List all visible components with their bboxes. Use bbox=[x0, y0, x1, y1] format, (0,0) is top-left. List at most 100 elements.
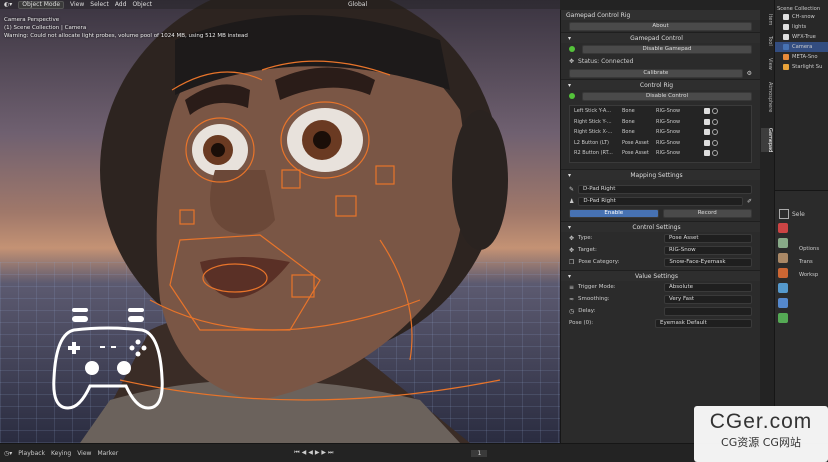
delay-field[interactable] bbox=[664, 306, 752, 316]
editor-type-icon[interactable]: ◐▾ bbox=[4, 1, 12, 8]
gamepad-button-icon: ♟ bbox=[569, 197, 575, 205]
outliner-item[interactable]: Camera bbox=[775, 42, 828, 52]
radio[interactable] bbox=[711, 150, 718, 157]
marker-menu[interactable]: Marker bbox=[97, 450, 118, 457]
sidebar-tabs: Item Tool View Atmosphere Gamepad bbox=[760, 10, 774, 443]
list-item[interactable]: Right Stick X-... Bone RIG-Snow bbox=[570, 127, 751, 138]
outliner-item[interactable]: WFX-True bbox=[775, 32, 828, 42]
settings-gear-icon[interactable]: ⚙ bbox=[747, 70, 752, 77]
checkbox[interactable] bbox=[704, 150, 710, 157]
data-tab-icon[interactable] bbox=[778, 313, 788, 323]
3d-viewport[interactable]: ◐▾ Object Mode View Select Add Object Gl… bbox=[0, 0, 560, 443]
outliner-item[interactable]: META-Sno bbox=[775, 52, 828, 62]
viewport-overlay-text: Camera Perspective (1) Scene Collection … bbox=[4, 16, 248, 40]
checkbox[interactable] bbox=[704, 139, 710, 146]
record-button[interactable]: Record bbox=[662, 208, 752, 218]
panel-title: Gamepad Control Rig bbox=[561, 10, 760, 20]
checkbox[interactable] bbox=[704, 129, 710, 136]
section-label: Control Rig bbox=[639, 81, 674, 89]
menu-view[interactable]: View bbox=[70, 1, 84, 8]
menu-add[interactable]: Add bbox=[115, 1, 127, 8]
mapping-button-select[interactable]: D-Pad Right bbox=[578, 196, 743, 206]
radio[interactable] bbox=[711, 139, 718, 146]
menu-select[interactable]: Select bbox=[90, 1, 109, 8]
gamepad-control-section[interactable]: ▾ Gamepad Control bbox=[561, 32, 760, 43]
target-label: Target: bbox=[578, 247, 597, 253]
radio[interactable] bbox=[711, 118, 718, 125]
calibrate-button[interactable]: Calibrate bbox=[569, 68, 743, 78]
smoothing-select[interactable]: Very Fast bbox=[664, 294, 752, 304]
mode-select[interactable]: Object Mode bbox=[18, 0, 65, 9]
watermark-text: CGer.com bbox=[709, 410, 813, 433]
trigger-icon: ≡ bbox=[569, 283, 575, 291]
object-tab-icon[interactable] bbox=[778, 268, 788, 278]
type-label: Type: bbox=[578, 235, 593, 241]
trigger-mode-select[interactable]: Absolute bbox=[664, 282, 752, 292]
current-frame-field[interactable]: 1 bbox=[471, 449, 488, 457]
render-tab-icon[interactable] bbox=[778, 223, 788, 233]
disable-gamepad-button[interactable]: Disable Gamepad bbox=[582, 44, 752, 54]
mapping-list[interactable]: Left Stick Y-A... Bone RIG-Snow Right Stic… bbox=[569, 105, 768, 163]
gamepad-icon bbox=[52, 308, 164, 410]
mapping-name-field[interactable]: D-Pad Right bbox=[578, 184, 752, 194]
gamepad-sidebar: Gamepad Control Rig About ▾ Gamepad Contr… bbox=[560, 10, 768, 443]
playback-controls[interactable]: ⏮◀◀▶▶⏭ bbox=[294, 449, 335, 457]
playback-menu[interactable]: Playback bbox=[18, 450, 45, 457]
modifier-tab-icon[interactable] bbox=[778, 283, 788, 293]
target-field[interactable]: RIG-Snow bbox=[664, 245, 752, 255]
editor-type-icon[interactable]: ◷▾ bbox=[4, 450, 12, 457]
smoothing-label: Smoothing: bbox=[578, 296, 610, 302]
list-item[interactable]: R2 Button (RT... Pose Asset RIG-Snow bbox=[570, 148, 751, 159]
collection-icon bbox=[783, 14, 789, 20]
eyedropper-icon[interactable]: ✐ bbox=[747, 198, 752, 205]
select-tool-icon[interactable] bbox=[779, 209, 789, 219]
radio[interactable] bbox=[711, 129, 718, 136]
workspace-panel[interactable]: Worksp bbox=[799, 269, 819, 282]
tab-view[interactable]: View bbox=[761, 58, 773, 70]
type-select[interactable]: Pose Asset bbox=[664, 233, 752, 243]
value-settings-section[interactable]: ▾ Value Settings bbox=[561, 270, 760, 281]
outliner-item[interactable]: Starlight Su bbox=[775, 62, 828, 72]
enable-button[interactable]: Enable bbox=[569, 208, 659, 218]
output-tab-icon[interactable] bbox=[778, 238, 788, 248]
outliner: Scene Collection CH-snow lights WFX-True… bbox=[774, 0, 828, 190]
options-panel[interactable]: Options bbox=[799, 243, 819, 256]
gamepad-small-icon: ✥ bbox=[569, 57, 575, 65]
delay-icon: ◷ bbox=[569, 307, 575, 315]
viewport-header: ◐▾ Object Mode View Select Add Object Gl… bbox=[0, 0, 560, 9]
checkbox[interactable] bbox=[704, 118, 710, 125]
disable-control-button[interactable]: Disable Control bbox=[582, 91, 752, 101]
transform-panel[interactable]: Trans bbox=[799, 256, 819, 269]
tab-tool[interactable]: Tool bbox=[761, 36, 773, 46]
outliner-title: Scene Collection bbox=[777, 6, 821, 12]
outliner-item[interactable]: CH-snow bbox=[775, 12, 828, 22]
tab-atmosphere[interactable]: Atmosphere bbox=[761, 82, 773, 112]
physics-tab-icon[interactable] bbox=[778, 298, 788, 308]
pose-select[interactable]: Eyemask Default bbox=[655, 318, 752, 328]
menu-object[interactable]: Object bbox=[132, 1, 152, 8]
tab-item[interactable]: Item bbox=[761, 14, 773, 25]
type-icon: ✥ bbox=[569, 234, 575, 242]
transform-orientation[interactable]: Global bbox=[348, 1, 367, 8]
list-item[interactable]: Right Stick Y-... Bone RIG-Snow bbox=[570, 117, 751, 128]
tab-gamepad[interactable]: Gamepad bbox=[761, 128, 773, 153]
section-label: Gamepad Control bbox=[630, 34, 683, 42]
radio[interactable] bbox=[711, 108, 718, 115]
collection-icon bbox=[783, 34, 789, 40]
about-button[interactable]: About bbox=[569, 21, 752, 31]
panel-header-strip bbox=[560, 0, 774, 10]
view-menu[interactable]: View bbox=[77, 450, 91, 457]
outliner-item[interactable]: lights bbox=[775, 22, 828, 32]
scene-tab-icon[interactable] bbox=[778, 253, 788, 263]
checkbox[interactable] bbox=[704, 108, 710, 115]
light-icon bbox=[783, 64, 789, 70]
list-item[interactable]: L2 Button (LT) Pose Asset RIG-Snow bbox=[570, 138, 751, 149]
list-item[interactable]: Left Stick Y-A... Bone RIG-Snow bbox=[570, 106, 751, 117]
keying-menu[interactable]: Keying bbox=[51, 450, 71, 457]
mapping-settings-section[interactable]: ▾ Mapping Settings bbox=[561, 169, 760, 180]
pose-category-select[interactable]: Snow-Face-Eyemask bbox=[664, 257, 752, 267]
control-settings-section[interactable]: ▾ Control Settings bbox=[561, 221, 760, 232]
trigger-mode-label: Trigger Mode: bbox=[578, 284, 616, 290]
control-rig-section[interactable]: ▾ Control Rig bbox=[561, 79, 760, 90]
camera-icon bbox=[783, 44, 789, 50]
